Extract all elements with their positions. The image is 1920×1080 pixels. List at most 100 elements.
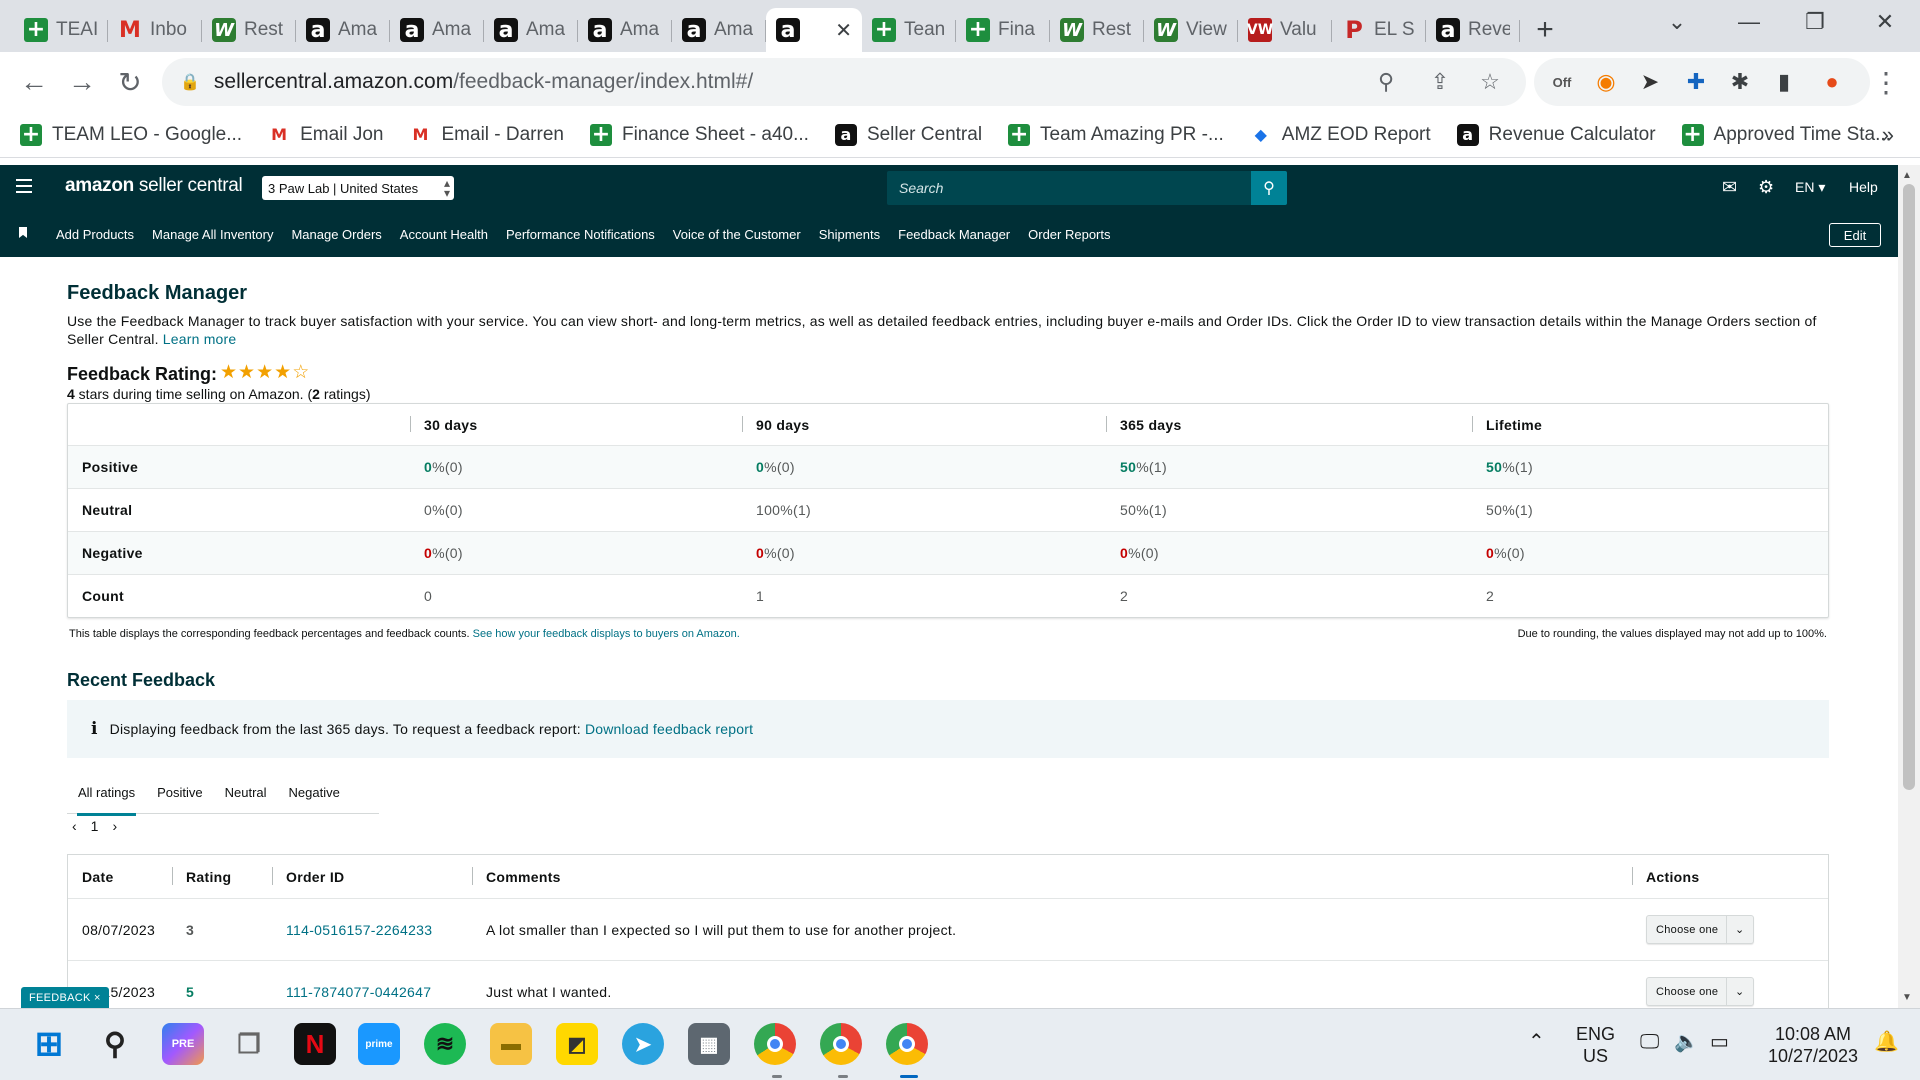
- more-bookmarks-icon[interactable]: »: [1882, 122, 1894, 148]
- new-tab-button[interactable]: +: [1520, 8, 1570, 52]
- nav-link-voice-of-the-customer[interactable]: Voice of the Customer: [673, 227, 801, 242]
- battery-icon[interactable]: ▭: [1710, 1031, 1729, 1053]
- restore-icon[interactable]: ❐: [1786, 0, 1844, 44]
- tab[interactable]: W Rest: [1050, 8, 1144, 52]
- nav-link-account-health[interactable]: Account Health: [400, 227, 488, 242]
- bookmark-item[interactable]: a Seller Central: [834, 123, 982, 146]
- language-selector[interactable]: EN ▾: [1795, 179, 1825, 196]
- mail-icon[interactable]: ✉: [1722, 177, 1737, 198]
- side-panel-icon[interactable]: ▮: [1770, 68, 1798, 96]
- spotify-icon[interactable]: ≋: [424, 1023, 466, 1065]
- nav-link-performance-notifications[interactable]: Performance Notifications: [506, 227, 655, 242]
- address-bar[interactable]: 🔒 sellercentral.amazon.com/feedback-mana…: [162, 58, 1526, 106]
- action-dropdown[interactable]: Choose one ⌄: [1646, 915, 1754, 944]
- seller-central-logo[interactable]: amazon seller central: [65, 175, 243, 197]
- language-indicator[interactable]: ENG US: [1576, 1023, 1615, 1067]
- nav-link-feedback-manager[interactable]: Feedback Manager: [898, 227, 1010, 242]
- filter-tab-all-ratings[interactable]: All ratings: [67, 772, 146, 816]
- tab[interactable]: a Ama: [672, 8, 766, 52]
- extension-arrow-icon[interactable]: ➤: [1636, 68, 1664, 96]
- netflix-icon[interactable]: N: [294, 1023, 336, 1065]
- bookmark-item[interactable]: a Revenue Calculator: [1456, 123, 1656, 146]
- task-view-icon[interactable]: ❐: [228, 1023, 270, 1065]
- volume-icon[interactable]: 🔈: [1674, 1031, 1699, 1053]
- filter-tab-negative[interactable]: Negative: [278, 772, 351, 814]
- telegram-icon[interactable]: ➤: [622, 1023, 664, 1065]
- network-icon[interactable]: 🖵: [1640, 1031, 1659, 1053]
- tab[interactable]: VW Valu: [1238, 8, 1332, 52]
- chrome-profile-3-icon[interactable]: [886, 1023, 928, 1065]
- tab[interactable]: a Ama: [578, 8, 672, 52]
- tab[interactable]: P EL S: [1332, 8, 1426, 52]
- chrome-profile-2-icon[interactable]: [820, 1023, 862, 1065]
- search-icon[interactable]: ⚲: [1251, 171, 1287, 205]
- extension-orange-icon[interactable]: ◉: [1592, 68, 1620, 96]
- bookmark-item[interactable]: Team Amazing PR -...: [1008, 123, 1224, 146]
- account-switcher[interactable]: 3 Paw Lab | United States ▴ ▾: [262, 176, 454, 200]
- back-icon[interactable]: ←: [10, 58, 58, 106]
- bookmark-item[interactable]: Approved Time Sta...: [1681, 123, 1891, 146]
- tab[interactable]: Tean: [862, 8, 956, 52]
- scroll-up-icon[interactable]: ▲: [1902, 170, 1912, 181]
- reload-icon[interactable]: ↻: [106, 58, 154, 106]
- filter-tab-neutral[interactable]: Neutral: [214, 772, 278, 814]
- bookmark-flag-icon[interactable]: [19, 227, 27, 238]
- bookmark-item[interactable]: M Email - Darren: [410, 124, 564, 146]
- bookmark-star-icon[interactable]: ☆: [1476, 68, 1504, 96]
- close-window-icon[interactable]: ✕: [1856, 0, 1914, 44]
- menu-kebab-icon[interactable]: ⋮: [1862, 58, 1910, 106]
- tab[interactable]: W Rest: [202, 8, 296, 52]
- minimize-icon[interactable]: —: [1720, 0, 1778, 44]
- zoom-icon[interactable]: ⚲: [1372, 68, 1400, 96]
- search-input[interactable]: Search: [887, 171, 1251, 205]
- scrollbar-thumb[interactable]: [1903, 184, 1915, 790]
- help-link[interactable]: Help: [1849, 179, 1878, 195]
- tab[interactable]: a Ama: [484, 8, 578, 52]
- tab[interactable]: M Inbo: [108, 8, 202, 52]
- next-page-icon[interactable]: ›: [112, 818, 117, 834]
- action-dropdown[interactable]: Choose one ⌄: [1646, 977, 1754, 1006]
- windows-start-icon[interactable]: ⊞: [28, 1023, 70, 1065]
- nav-link-manage-orders[interactable]: Manage Orders: [291, 227, 381, 242]
- forward-icon[interactable]: →: [58, 58, 106, 106]
- chrome-profile-1-icon[interactable]: [754, 1023, 796, 1065]
- bookmark-item[interactable]: M Email Jon: [268, 124, 383, 146]
- copilot-icon[interactable]: PRE: [162, 1023, 204, 1065]
- page-number[interactable]: 1: [91, 818, 99, 834]
- order-id-link[interactable]: 114-0516157-2264233: [286, 922, 432, 938]
- tab[interactable]: W View: [1144, 8, 1238, 52]
- clock[interactable]: 10:08 AM 10/27/2023: [1760, 1023, 1866, 1067]
- buyer-display-link[interactable]: See how your feedback displays to buyers…: [473, 628, 740, 640]
- tab[interactable]: a Ama: [296, 8, 390, 52]
- extension-off-icon[interactable]: Off: [1548, 68, 1576, 96]
- tab[interactable]: a Ama: [390, 8, 484, 52]
- share-icon[interactable]: ⇪: [1426, 68, 1454, 96]
- nav-link-add-products[interactable]: Add Products: [56, 227, 134, 242]
- download-report-link[interactable]: Download feedback report: [585, 721, 753, 737]
- sticky-notes-icon[interactable]: ◩: [556, 1023, 598, 1065]
- learn-more-link[interactable]: Learn more: [163, 331, 237, 347]
- settings-gear-icon[interactable]: ⚙: [1758, 177, 1774, 198]
- edit-nav-button[interactable]: Edit: [1829, 223, 1881, 247]
- file-explorer-icon[interactable]: ▬: [490, 1023, 532, 1065]
- tab[interactable]: a Reve: [1426, 8, 1520, 52]
- tab-active[interactable]: a ✕: [766, 8, 862, 52]
- scroll-down-icon[interactable]: ▼: [1902, 992, 1912, 1003]
- notifications-bell-icon[interactable]: 🔔: [1874, 1031, 1899, 1053]
- taskbar-search-icon[interactable]: ⚲: [94, 1023, 136, 1065]
- filter-tab-positive[interactable]: Positive: [146, 772, 214, 814]
- order-id-link[interactable]: 111-7874077-0442647: [286, 984, 431, 1000]
- tab-search-icon[interactable]: ⌄: [1648, 0, 1706, 44]
- show-hidden-icons-icon[interactable]: ⌃: [1528, 1031, 1545, 1053]
- tab-close-icon[interactable]: ✕: [835, 18, 852, 43]
- feedback-widget-button[interactable]: FEEDBACK ×: [21, 987, 109, 1009]
- hamburger-menu-icon[interactable]: [16, 179, 32, 193]
- prev-page-icon[interactable]: ‹: [72, 818, 77, 834]
- extensions-puzzle-icon[interactable]: ✱: [1726, 68, 1754, 96]
- tab[interactable]: TEAI: [14, 8, 108, 52]
- nav-link-shipments[interactable]: Shipments: [819, 227, 880, 242]
- bookmark-item[interactable]: TEAM LEO - Google...: [20, 123, 242, 146]
- bookmark-item[interactable]: ◆ AMZ EOD Report: [1250, 124, 1431, 146]
- nav-link-manage-all-inventory[interactable]: Manage All Inventory: [152, 227, 273, 242]
- nav-link-order-reports[interactable]: Order Reports: [1028, 227, 1110, 242]
